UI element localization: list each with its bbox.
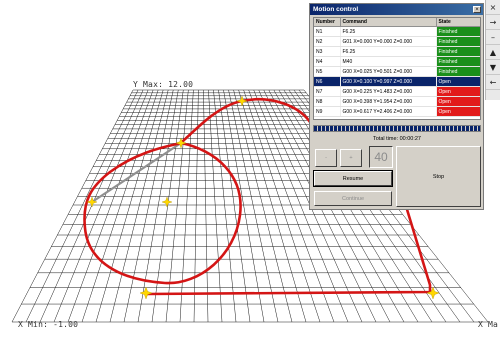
- table-row[interactable]: N4 M40 Finished: [314, 56, 480, 67]
- grid-line: [228, 89, 279, 323]
- table-row[interactable]: N3 F6.25 Finished: [314, 46, 480, 57]
- grid-line: [81, 89, 159, 323]
- waypoint-marker: [236, 95, 248, 107]
- column-header-command[interactable]: Command: [340, 18, 437, 27]
- minimize-icon: –: [491, 32, 495, 42]
- row-number: N7: [314, 86, 341, 97]
- row-command: G00 X=0.225 Y=1.483 Z=0.000: [340, 86, 437, 97]
- row-number: N3: [314, 46, 341, 57]
- column-header-state[interactable]: State: [436, 18, 480, 27]
- close-icon: ×: [475, 7, 479, 13]
- row-state: Open: [436, 96, 480, 107]
- row-state: Finished: [436, 26, 480, 37]
- row-number: N2: [314, 36, 341, 47]
- row-number: N4: [314, 56, 341, 67]
- row-number: N6: [314, 76, 341, 87]
- grid-line: [123, 89, 174, 323]
- speed-decrease-button[interactable]: -: [315, 149, 337, 167]
- continue-button[interactable]: Continue: [314, 191, 392, 206]
- grid-line: [137, 89, 179, 323]
- window-title: Motion control: [310, 4, 483, 15]
- row-command: G00 X=0.398 Y=1.954 Z=0.000: [340, 96, 437, 107]
- table-row[interactable]: N8 G00 X=0.398 Y=1.954 Z=0.000 Open: [314, 96, 480, 107]
- table-row[interactable]: N9 G00 X=0.617 Y=2.406 Z=0.000 Open: [314, 106, 480, 117]
- row-state: Finished: [436, 36, 480, 47]
- grid-line: [193, 89, 199, 323]
- table-row[interactable]: N2 G01 X=0.000 Y=0.000 Z=0.000 Finished: [314, 36, 480, 47]
- grid-line: [208, 89, 223, 323]
- grid-line: [11, 89, 134, 323]
- arrow-right-icon: →: [489, 17, 497, 27]
- close-icon: ×: [489, 2, 497, 12]
- waypoint-marker: [139, 286, 153, 300]
- progress-bar: [313, 125, 481, 132]
- pan-right-button[interactable]: →: [486, 15, 500, 30]
- arrow-left-icon: ←: [489, 77, 497, 87]
- grid-line: [53, 89, 149, 323]
- minimize-view-button[interactable]: –: [486, 30, 500, 45]
- view-toolbar: × → – ▲ ▼ ←: [485, 0, 500, 100]
- grid-line: [165, 89, 189, 323]
- grid-line: [223, 89, 265, 323]
- column-header-number[interactable]: Number: [314, 18, 341, 27]
- table-row-selected[interactable]: N6 G00 X=0.100 Y=0.997 Z=0.000 Open: [314, 76, 480, 87]
- table-row[interactable]: N7 G00 X=0.225 Y=1.483 Z=0.000 Open: [314, 86, 480, 97]
- grid-line: [238, 89, 307, 323]
- grid-line: [213, 89, 237, 323]
- grid-line: [179, 89, 194, 323]
- grid-line: [67, 89, 154, 323]
- arrow-up-icon: ▲: [489, 47, 497, 57]
- grid-line: [203, 89, 209, 323]
- grid-line: [151, 89, 184, 323]
- grid-line: [95, 89, 164, 323]
- grid-line: [218, 89, 251, 323]
- x-max-label: X Ma: [478, 320, 499, 329]
- close-view-button[interactable]: ×: [486, 0, 500, 15]
- row-state: Open: [436, 76, 480, 87]
- row-state: Open: [436, 106, 480, 117]
- arrow-down-icon: ▼: [489, 62, 497, 72]
- row-state: Finished: [436, 46, 480, 57]
- progress-fill: [314, 126, 480, 131]
- row-command: G00 X=0.617 Y=2.406 Z=0.000: [340, 106, 437, 117]
- row-command: M40: [340, 56, 437, 67]
- pan-left-button[interactable]: ←: [486, 75, 500, 90]
- row-number: N5: [314, 66, 341, 77]
- grid-line: [233, 89, 293, 323]
- waypoint-marker: [161, 196, 173, 208]
- command-table[interactable]: Number Command State N1 F6.25 Finished N2 G…: [313, 17, 481, 120]
- travel-move: [90, 141, 183, 204]
- row-command: F6.25: [340, 46, 437, 57]
- resume-button[interactable]: Resume: [313, 170, 393, 187]
- row-state: Open: [436, 86, 480, 97]
- table-row[interactable]: N1 F6.25 Finished: [314, 26, 480, 37]
- stop-button[interactable]: Stop: [396, 146, 481, 207]
- row-state: Finished: [436, 56, 480, 67]
- grid-line: [109, 89, 169, 323]
- row-number: N8: [314, 96, 341, 107]
- table-row[interactable]: N5 G00 X=0.025 Y=0.501 Z=0.000 Finished: [314, 66, 480, 77]
- row-command: G00 X=0.100 Y=0.997 Z=0.000: [340, 76, 437, 87]
- pan-up-button[interactable]: ▲: [486, 45, 500, 60]
- window-close-button[interactable]: ×: [473, 6, 481, 13]
- row-command: G01 X=0.000 Y=0.000 Z=0.000: [340, 36, 437, 47]
- speed-value-display: 40: [369, 146, 393, 168]
- speed-increase-button[interactable]: +: [340, 149, 362, 167]
- row-number: N1: [314, 26, 341, 37]
- y-max-label: Y Max: 12.00: [133, 80, 194, 89]
- x-min-label: X Min: -1.00: [18, 320, 79, 329]
- grid-line: [25, 89, 139, 323]
- row-command: G00 X=0.025 Y=0.501 Z=0.000: [340, 66, 437, 77]
- row-number: N9: [314, 106, 341, 117]
- total-time-label: Total time: 00:00:27: [372, 136, 421, 142]
- pan-down-button[interactable]: ▼: [486, 60, 500, 75]
- motion-control-window: Motion control × Number Command State N1…: [309, 3, 484, 210]
- row-state: Finished: [436, 66, 480, 77]
- row-command: F6.25: [340, 26, 437, 37]
